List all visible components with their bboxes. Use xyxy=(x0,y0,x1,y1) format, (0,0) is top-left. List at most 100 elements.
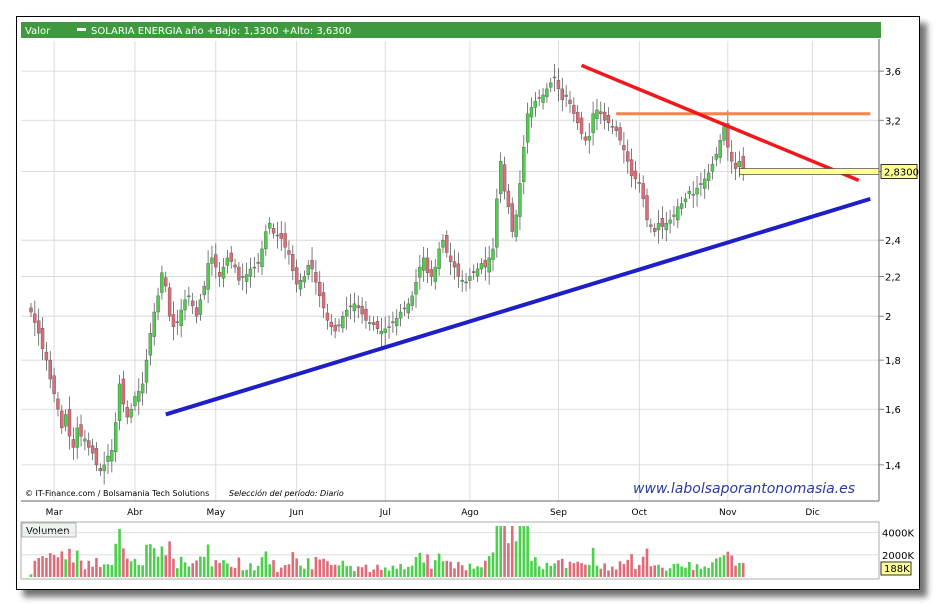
volume-bar xyxy=(618,561,622,577)
candle-body xyxy=(368,322,372,324)
candle-body xyxy=(568,99,572,104)
candle-body xyxy=(98,468,103,472)
volume-bar xyxy=(333,564,337,577)
candle-body xyxy=(298,280,303,290)
header-ticker: SOLARIA ENERGIA xyxy=(91,26,183,37)
candle-body xyxy=(418,266,422,278)
volume-bar xyxy=(391,565,395,577)
ticker-swatch xyxy=(77,28,86,31)
volume-bar xyxy=(310,569,314,577)
candle-body xyxy=(737,161,742,168)
candle-body xyxy=(379,330,384,335)
volume-bar xyxy=(564,567,568,577)
volume-bar xyxy=(410,565,414,577)
volume-bar xyxy=(530,560,533,577)
candle-body xyxy=(29,307,33,313)
volume-bar xyxy=(322,558,325,577)
candlesticks xyxy=(29,63,745,485)
volume-bar xyxy=(722,555,726,577)
candle-body xyxy=(210,257,214,264)
volume-bar xyxy=(641,556,645,577)
volume-bar xyxy=(156,556,160,577)
volume-last-value: 188K xyxy=(884,564,910,575)
volume-bar xyxy=(237,557,241,577)
volume-bar xyxy=(306,558,310,577)
volume-bar xyxy=(48,553,52,577)
price-tick-label: 3,6 xyxy=(885,67,901,78)
volume-bar xyxy=(534,557,537,577)
volume-bar xyxy=(133,558,137,577)
volume-bar xyxy=(699,568,703,577)
volume-bar xyxy=(264,551,268,577)
volume-bar xyxy=(102,564,106,577)
volume-bar xyxy=(387,570,391,577)
candle-body xyxy=(87,440,91,448)
header-range: año +Bajo: 1,3300 +Alto: 3,6300 xyxy=(185,26,351,37)
candle-body xyxy=(703,178,707,189)
candle-body xyxy=(279,233,283,239)
volume-bar xyxy=(222,560,225,577)
volume-bar xyxy=(149,544,152,577)
candle-body xyxy=(506,190,511,208)
candle-body xyxy=(468,276,472,281)
candle-body xyxy=(653,227,657,232)
volume-bar xyxy=(199,556,202,577)
candle-body xyxy=(125,407,129,418)
volume-bar xyxy=(179,556,183,577)
volume-bar xyxy=(680,566,683,577)
volume-bar xyxy=(553,563,556,577)
candle-body xyxy=(198,299,203,315)
candle-body xyxy=(360,306,364,315)
candle-body xyxy=(164,277,168,287)
volume-bar xyxy=(484,560,487,577)
candle-body xyxy=(325,312,330,321)
volume-bar xyxy=(557,560,560,577)
candle-body xyxy=(706,172,711,181)
volume-bar xyxy=(718,557,722,577)
candle-body xyxy=(275,234,280,237)
candle-body xyxy=(452,261,457,268)
volume-bar xyxy=(414,556,418,577)
volume-bar xyxy=(476,566,479,577)
volume-bar xyxy=(64,559,67,577)
price-tick-label: 1,6 xyxy=(885,405,901,416)
candle-body xyxy=(345,309,349,317)
candle-body xyxy=(514,214,518,237)
volume-tick-label: 4000K xyxy=(882,529,914,540)
volume-bar xyxy=(256,565,260,577)
volume-bar xyxy=(549,565,553,577)
candle-body xyxy=(437,248,441,269)
candle-body xyxy=(221,266,226,279)
candle-body xyxy=(595,109,599,120)
volume-bar xyxy=(337,565,341,577)
candle-body xyxy=(691,193,695,196)
volume-label: Volumen xyxy=(26,526,70,537)
volume-bar xyxy=(668,568,672,577)
candle-body xyxy=(460,280,464,282)
candle-body xyxy=(175,321,180,323)
candle-body xyxy=(140,383,145,394)
volume-bar xyxy=(87,560,91,577)
volume-bar xyxy=(738,562,741,577)
candle-body xyxy=(260,248,264,267)
volume-bar xyxy=(272,560,275,577)
candle-body xyxy=(371,322,376,325)
candle-body xyxy=(110,450,114,462)
candle-body xyxy=(94,447,99,466)
volume-bar xyxy=(734,565,737,577)
candle-body xyxy=(660,217,665,227)
candle-body xyxy=(256,261,260,264)
volume-bar xyxy=(561,558,564,577)
volume-bar xyxy=(287,564,291,577)
candle-body xyxy=(683,198,688,203)
volume-bar xyxy=(260,557,264,577)
candle-body xyxy=(48,359,52,380)
candle-body xyxy=(730,151,734,162)
volume-bar xyxy=(110,565,114,577)
candle-body xyxy=(137,391,141,402)
candle-body xyxy=(718,140,722,158)
volume-bar xyxy=(99,566,102,577)
volume-bar xyxy=(187,566,191,577)
candle-body xyxy=(225,257,230,266)
volume-bar xyxy=(210,566,214,577)
